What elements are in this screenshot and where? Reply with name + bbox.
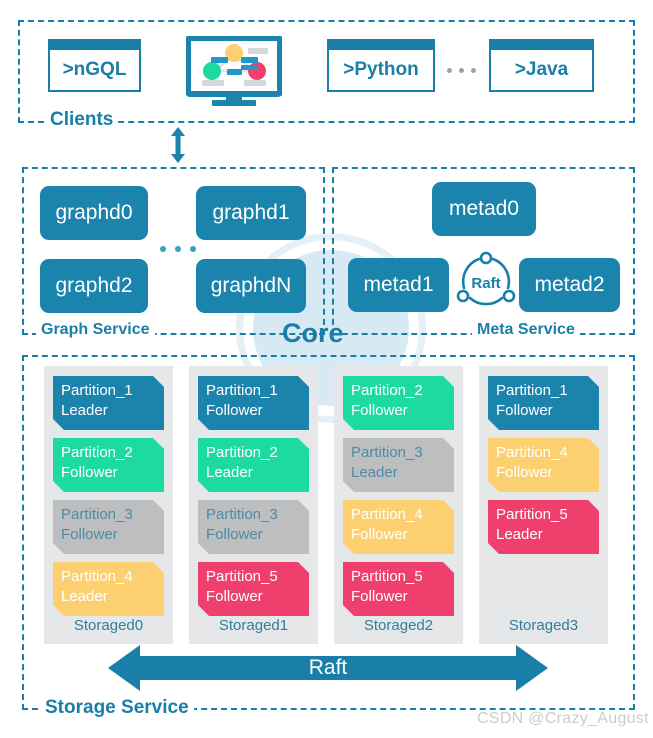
partition-card[interactable]: Partition_5 Leader — [488, 500, 599, 554]
partition-name: Partition_4 — [351, 506, 423, 523]
partition-role: Leader — [496, 526, 543, 543]
graph-service-ellipsis-icon — [160, 246, 196, 252]
partition-role: Leader — [61, 588, 108, 605]
partition-role: Follower — [351, 588, 408, 605]
storaged-name: Storaged1 — [218, 617, 289, 634]
storaged-name: Storaged2 — [363, 617, 434, 634]
storaged-column-2: Partition_2 Follower Partition_3 Leader … — [334, 366, 463, 644]
partition-card[interactable]: Partition_3 Follower — [198, 500, 309, 554]
partition-role: Follower — [206, 588, 263, 605]
node-label: metad0 — [448, 197, 520, 220]
partition-role: Follower — [206, 526, 263, 543]
storaged-name: Storaged0 — [73, 617, 144, 634]
core-label: Core — [282, 318, 344, 348]
partition-name: Partition_1 — [496, 382, 568, 399]
partition-role: Follower — [496, 402, 553, 419]
partition-card[interactable]: Partition_1 Leader — [53, 376, 164, 430]
partition-name: Partition_5 — [496, 506, 568, 523]
client-label: >nGQL — [62, 59, 127, 80]
partition-card[interactable]: Partition_2 Follower — [343, 376, 454, 430]
raft-replication-arrow — [108, 645, 548, 691]
partition-card[interactable]: Partition_5 Follower — [343, 562, 454, 616]
raft-icon-label: Raft — [471, 275, 500, 292]
partition-role: Follower — [351, 526, 408, 543]
partition-card[interactable]: Partition_3 Follower — [53, 500, 164, 554]
storage-service-panel-label: Storage Service — [40, 698, 194, 717]
partition-name: Partition_5 — [206, 568, 278, 585]
graphd-node-1[interactable]: graphd1 — [196, 186, 306, 240]
partition-card[interactable]: Partition_4 Leader — [53, 562, 164, 616]
graph-monitor-icon[interactable] — [185, 35, 283, 106]
storaged-name: Storaged3 — [508, 617, 579, 634]
partition-card[interactable]: Partition_4 Follower — [488, 438, 599, 492]
metad-node-0[interactable]: metad0 — [432, 182, 536, 236]
node-label: graphd1 — [212, 201, 290, 224]
partition-name: Partition_3 — [351, 444, 423, 461]
node-label: graphd0 — [55, 201, 133, 224]
partition-name: Partition_4 — [61, 568, 133, 585]
partition-role: Follower — [61, 464, 118, 481]
clients-ellipsis-icon — [447, 68, 476, 73]
clients-panel-label: Clients — [45, 110, 119, 129]
partition-name: Partition_1 — [206, 382, 278, 399]
partition-name: Partition_2 — [351, 382, 423, 399]
partition-role: Follower — [61, 526, 118, 543]
partition-name: Partition_3 — [206, 506, 278, 523]
graphd-node-0[interactable]: graphd0 — [40, 186, 148, 240]
partition-role: Leader — [351, 464, 398, 481]
metad-node-2[interactable]: metad2 — [519, 258, 620, 312]
node-label: graphd2 — [55, 274, 133, 297]
node-label: metad2 — [534, 273, 605, 296]
partition-name: Partition_5 — [351, 568, 423, 585]
partition-name: Partition_3 — [61, 506, 133, 523]
partition-card[interactable]: Partition_2 Follower — [53, 438, 164, 492]
partition-card[interactable]: Partition_4 Follower — [343, 500, 454, 554]
double-arrow-vertical-icon — [167, 127, 189, 163]
node-label: graphdN — [210, 274, 292, 297]
partition-role: Follower — [351, 402, 408, 419]
metad-node-1[interactable]: metad1 — [348, 258, 449, 312]
partition-card[interactable]: Partition_2 Leader — [198, 438, 309, 492]
client-box-ngql[interactable]: >nGQL — [48, 39, 141, 92]
graphd-node-2[interactable]: graphd2 — [40, 259, 148, 313]
client-label: >Python — [343, 59, 419, 80]
client-label: >Java — [514, 59, 569, 80]
storaged-column-3: Partition_1 Follower Partition_4 Followe… — [479, 366, 608, 644]
partition-name: Partition_2 — [206, 444, 278, 461]
csdn-watermark: CSDN @Crazy_August — [477, 710, 649, 727]
architecture-diagram: >nGQL >Python >Java Clients graphd0 grap… — [0, 0, 653, 738]
partition-card[interactable]: Partition_1 Follower — [198, 376, 309, 430]
raft-consensus-icon: Raft — [455, 250, 517, 314]
partition-card[interactable]: Partition_1 Follower — [488, 376, 599, 430]
client-box-python[interactable]: >Python — [327, 39, 435, 92]
partition-role: Follower — [496, 464, 553, 481]
partition-role: Leader — [61, 402, 108, 419]
partition-card[interactable]: Partition_5 Follower — [198, 562, 309, 616]
storaged-column-0: Partition_1 Leader Partition_2 Follower … — [44, 366, 173, 644]
partition-name: Partition_1 — [61, 382, 133, 399]
graph-service-panel-label: Graph Service — [36, 322, 155, 338]
partition-card[interactable]: Partition_3 Leader — [343, 438, 454, 492]
client-box-java[interactable]: >Java — [489, 39, 594, 92]
meta-service-panel-label: Meta Service — [472, 322, 580, 338]
graphd-node-n[interactable]: graphdN — [196, 259, 306, 313]
partition-role: Follower — [206, 402, 263, 419]
partition-name: Partition_2 — [61, 444, 133, 461]
partition-role: Leader — [206, 464, 253, 481]
node-label: metad1 — [363, 273, 434, 296]
partition-name: Partition_4 — [496, 444, 568, 461]
storaged-column-1: Partition_1 Follower Partition_2 Leader … — [189, 366, 318, 644]
